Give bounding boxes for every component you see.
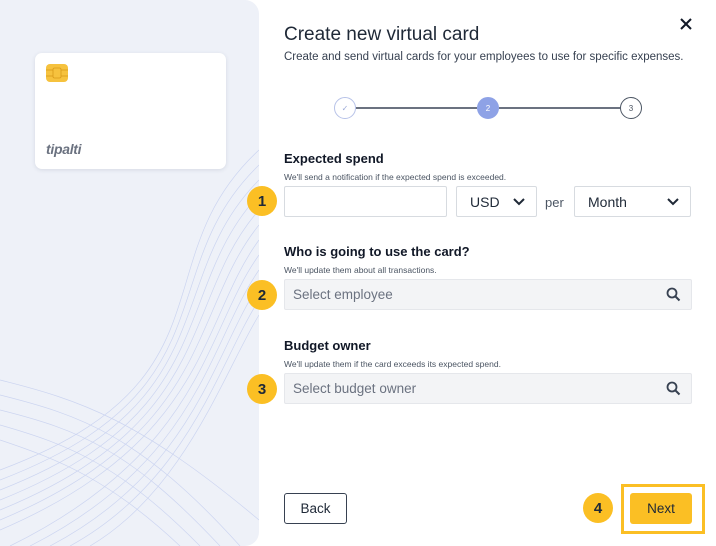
card-user-label: Who is going to use the card? — [284, 244, 470, 259]
card-preview-panel: tipalti — [0, 0, 259, 546]
currency-select[interactable]: USD — [456, 186, 537, 217]
close-button[interactable] — [676, 14, 696, 34]
annotation-badge-2: 2 — [247, 280, 277, 310]
chevron-down-icon — [667, 198, 679, 206]
virtual-card-preview: tipalti — [35, 53, 226, 169]
chip-icon — [46, 64, 68, 82]
close-icon — [680, 18, 692, 30]
search-icon — [666, 381, 681, 396]
stepper-line — [499, 107, 620, 109]
expected-spend-amount-input[interactable] — [284, 186, 447, 217]
dialog-subtitle: Create and send virtual cards for your e… — [284, 51, 684, 63]
period-value: Month — [588, 193, 627, 210]
per-label: per — [545, 195, 564, 210]
card-user-hint: We'll update them about all transactions… — [284, 265, 437, 275]
annotation-badge-1: 1 — [247, 186, 277, 216]
period-select[interactable]: Month — [574, 186, 691, 217]
budget-owner-search-placeholder: Select budget owner — [293, 381, 417, 396]
chevron-down-icon — [513, 198, 525, 206]
back-button[interactable]: Back — [284, 493, 347, 524]
annotation-badge-3: 3 — [247, 374, 277, 404]
step-3-upcoming: 3 — [620, 97, 642, 119]
progress-stepper: ✓ 2 3 — [330, 95, 650, 121]
budget-owner-label: Budget owner — [284, 338, 371, 353]
dialog-title: Create new virtual card — [284, 24, 480, 45]
step-2-active: 2 — [477, 97, 499, 119]
employee-search-placeholder: Select employee — [293, 287, 393, 302]
budget-owner-search-input[interactable]: Select budget owner — [284, 373, 692, 404]
expected-spend-label: Expected spend — [284, 151, 384, 166]
budget-owner-hint: We'll update them if the card exceeds it… — [284, 359, 501, 369]
tipalti-logo: tipalti — [46, 141, 82, 157]
search-icon — [666, 287, 681, 302]
expected-spend-hint: We'll send a notification if the expecte… — [284, 172, 507, 182]
currency-value: USD — [470, 193, 500, 210]
annotation-badge-4: 4 — [583, 493, 613, 523]
step-1-complete: ✓ — [334, 97, 356, 119]
employee-search-input[interactable]: Select employee — [284, 279, 692, 310]
next-button[interactable]: Next — [630, 493, 692, 524]
stepper-line — [356, 107, 477, 109]
